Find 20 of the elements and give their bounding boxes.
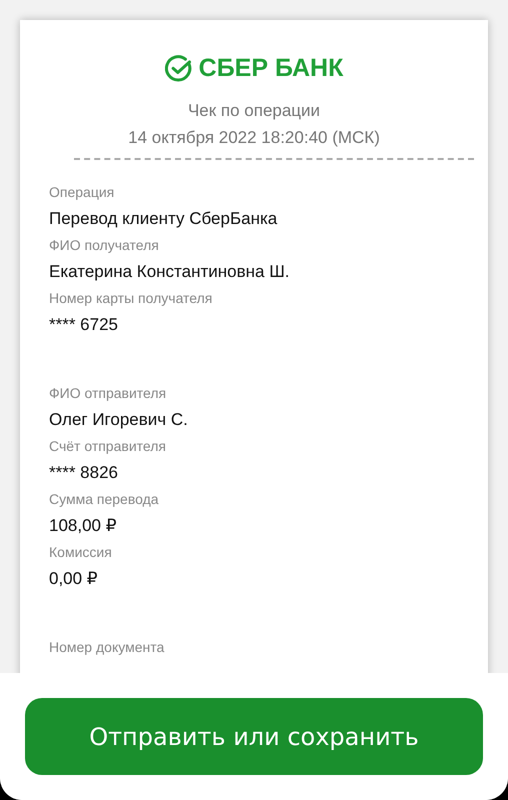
field-value: **** 6725 <box>49 314 120 336</box>
field-value: Олег Игоревич С. <box>49 409 189 431</box>
field-value: Екатерина Константиновна Ш. <box>49 261 291 283</box>
field-value: 0,00 ₽ <box>49 568 99 590</box>
receipt-title: Чек по операции <box>186 101 322 121</box>
field-label: Счёт отправителя <box>49 437 167 456</box>
check-circle-icon <box>164 54 193 82</box>
field-value: Перевод клиенту СберБанка <box>49 208 278 230</box>
logo-text: СБЕР БАНК <box>198 54 344 83</box>
field-label: Сумма перевода <box>49 490 160 509</box>
send-or-save-button[interactable]: Отправить или сохранить <box>25 698 483 775</box>
field-label: Комиссия <box>49 543 113 562</box>
field-label: Операция <box>49 183 116 202</box>
field-label: Номер карты получателя <box>49 289 214 308</box>
receipt-datetime: 14 октября 2022 18:20:40 (МСК) <box>127 128 381 148</box>
field-value: **** 8826 <box>49 462 120 484</box>
field-label: ФИО отправителя <box>49 384 168 403</box>
field-value: 108,00 ₽ <box>49 515 118 537</box>
field-label: ФИО получателя <box>49 236 160 255</box>
field-label: Номер документа <box>49 638 166 657</box>
